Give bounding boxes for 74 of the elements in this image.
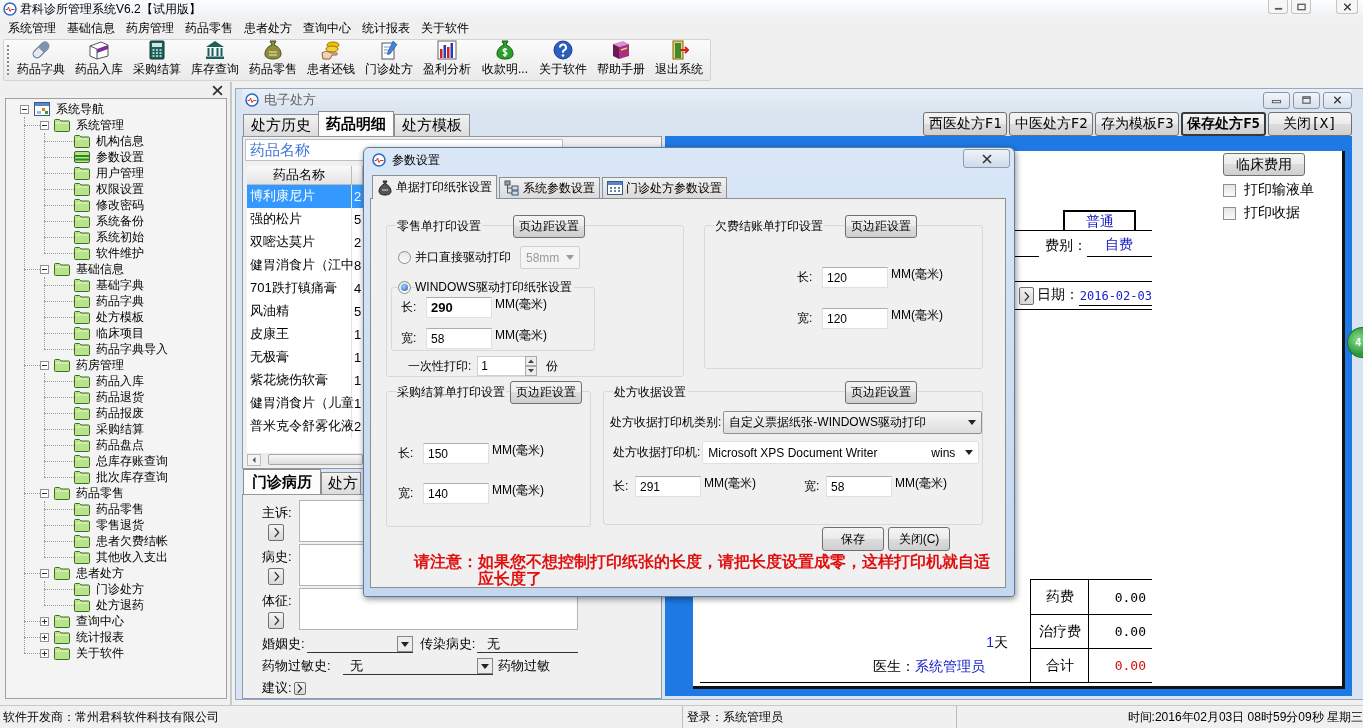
doctor-label: 医生：	[873, 658, 915, 676]
field-label: 建议:	[262, 679, 292, 697]
field-label: 长:	[401, 299, 418, 316]
table-cell-text: 2	[354, 417, 363, 436]
table-cell: 皮康王	[247, 322, 352, 346]
table-cell-text: 1	[353, 371, 363, 390]
dialog-title: 参数设置	[392, 151, 440, 169]
field-label: 药物过敏史:	[262, 657, 332, 675]
group-title: 处方收据设置	[613, 383, 687, 401]
days-unit: 天	[994, 634, 1008, 652]
field-label: 药物过敏	[498, 657, 550, 675]
status-text: 登录：系统管理员	[687, 708, 783, 726]
table-cell: 强的松片	[247, 207, 352, 231]
field-label: 处方收据打印机:	[613, 444, 701, 461]
table-cell: 合计	[1031, 649, 1089, 682]
table-cell-text: 8	[354, 256, 363, 275]
field-label: 长:	[613, 478, 630, 495]
warning-note: 请注意：如果您不想控制打印纸张的长度，请把长度设置成零，这样打印机就自适应长度了	[414, 553, 991, 587]
unit-label: MM(毫米)	[492, 483, 544, 498]
unit-label: MM(毫米)	[891, 267, 943, 282]
table-cell: 治疗费	[1031, 615, 1089, 648]
window-title: 君科诊所管理系统V6.2【试用版】	[20, 0, 201, 18]
table-cell: 双嘧达莫片	[247, 230, 352, 254]
field-label: 长:	[398, 445, 415, 462]
window-title: 电子处方	[264, 91, 316, 109]
table-cell: 博利康尼片	[247, 184, 352, 208]
table-cell-text: 5	[353, 302, 363, 321]
unit-label: MM(毫米)	[492, 443, 544, 458]
unit-label: MM(毫米)	[704, 476, 756, 491]
table-cell-text: 1	[353, 394, 363, 413]
table-cell-text: 0.00	[1113, 623, 1147, 641]
table-cell-text: 2	[353, 233, 363, 252]
days-value: 1	[986, 634, 994, 652]
fee-type-value: 自费	[1087, 236, 1152, 257]
field-label: 宽:	[401, 330, 418, 347]
group-title: 采购结算单打印设置	[396, 383, 506, 401]
date-label: 日期：	[1036, 286, 1079, 304]
field-label: 宽:	[797, 310, 814, 327]
table-cell-text: 0.00	[1113, 588, 1147, 607]
field-label: 传染病史:	[419, 635, 476, 653]
group-title: 欠费结账单打印设置	[714, 217, 824, 235]
status-text: 时间:2016年02月03日 08时59分09秒 星期三	[1127, 708, 1363, 726]
table-cell-text: 1	[353, 325, 363, 344]
table-cell-text: 2	[353, 187, 363, 206]
group-title: 零售单打印设置	[396, 217, 482, 235]
field-label: 宽:	[398, 485, 415, 502]
unit-label: MM(毫米)	[895, 476, 947, 491]
field-label: 病史:	[262, 548, 293, 566]
field-label: 体征:	[262, 592, 293, 610]
table-cell: 紫花烧伤软膏	[247, 368, 352, 392]
unit-label: MM(毫米)	[891, 308, 943, 323]
table-cell-text: 1	[353, 348, 363, 367]
field-label: 宽:	[804, 478, 821, 495]
field-label: 一次性打印:	[408, 357, 472, 375]
field-label: 主诉:	[262, 504, 293, 522]
status-text: 软件开发商：常州君科软件科技有限公司	[3, 708, 219, 726]
table-cell-text: 0.00	[1113, 657, 1147, 675]
fee-type-label: 费别：	[1045, 237, 1087, 255]
category-value: 普通	[1063, 210, 1136, 231]
field-label: 长:	[797, 269, 814, 286]
date-value: 2016-02-03	[1078, 289, 1152, 306]
unit-label: MM(毫米)	[495, 328, 547, 343]
table-cell: 药费	[1031, 580, 1089, 614]
field-label: 处方收据打印机类别:	[610, 414, 722, 431]
table-cell: 健胃消食片（儿童	[247, 391, 352, 415]
unit-label: 份	[546, 358, 559, 374]
unit-label: MM(毫米)	[495, 297, 547, 312]
table-cell: 无极膏	[247, 345, 352, 369]
table-cell: 风油精	[247, 299, 352, 323]
doctor-name: 系统管理员	[915, 658, 985, 676]
table-cell: 701跌打镇痛膏	[247, 276, 352, 300]
table-cell-text: 5	[353, 210, 363, 229]
field-label: 婚姻史:	[262, 635, 305, 653]
table-cell-text: 4	[353, 279, 363, 298]
